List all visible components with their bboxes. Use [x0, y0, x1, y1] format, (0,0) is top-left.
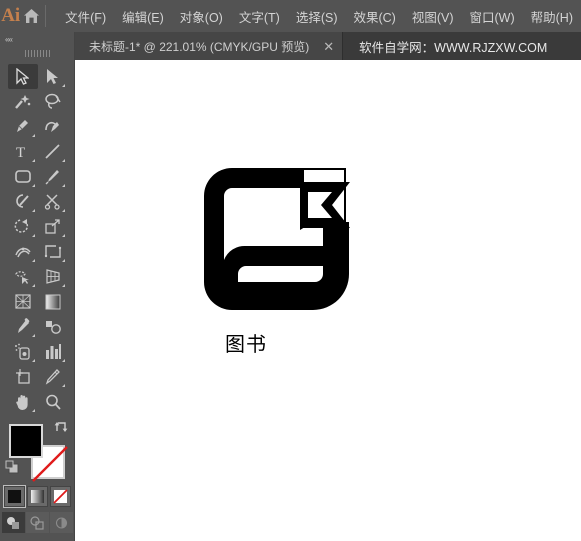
menu-item-object[interactable]: 对象(O) — [172, 3, 231, 30]
shape-builder-tool[interactable] — [8, 264, 38, 289]
perspective-grid-tool[interactable] — [38, 264, 68, 289]
gradient-tool[interactable] — [38, 289, 68, 314]
watermark-text: 软件自学网：WWW.RJZXW.COM — [359, 40, 548, 55]
menu-item-window[interactable]: 窗口(W) — [462, 3, 523, 30]
tool-flyout-indicator — [31, 184, 35, 187]
tool-flyout-indicator — [31, 234, 35, 237]
tool-flyout-indicator — [61, 284, 65, 287]
mesh-tool[interactable] — [8, 289, 38, 314]
book-with-bookmark-icon[interactable] — [190, 160, 355, 310]
draw-normal-mode[interactable] — [2, 512, 25, 533]
menu-item-view[interactable]: 视图(V) — [404, 3, 462, 30]
tool-flyout-indicator — [31, 159, 35, 162]
zoom-tool[interactable] — [38, 389, 68, 414]
color-mode-gradient[interactable] — [27, 486, 48, 507]
menu-item-edit[interactable]: 编辑(E) — [114, 3, 172, 30]
blend-tool[interactable] — [38, 314, 68, 339]
menu-item-file[interactable]: 文件(F) — [57, 3, 114, 30]
tool-flyout-indicator — [31, 284, 35, 287]
svg-text:T: T — [16, 145, 25, 160]
tools-panel-header: «« — [0, 32, 75, 46]
menu-item-effect[interactable]: 效果(C) — [345, 3, 403, 30]
home-icon[interactable] — [21, 0, 40, 32]
free-transform-tool[interactable] — [38, 239, 68, 264]
app-logo: Ai — [1, 5, 21, 26]
curvature-tool[interactable] — [38, 114, 68, 139]
type-tool[interactable]: T — [8, 139, 38, 164]
draw-mode-row — [0, 512, 75, 533]
menu-bar: Ai 文件(F) 编辑(E) 对象(O) 文字(T) 选择(S) 效果(C) 视… — [0, 0, 581, 32]
scale-tool[interactable] — [38, 214, 68, 239]
hand-tool[interactable] — [8, 389, 38, 414]
document-tab-title: 未标题-1* @ 221.01% (CMYK/GPU 预览) — [89, 39, 310, 54]
draw-inside-mode[interactable] — [50, 512, 73, 533]
shaper-tool[interactable] — [8, 189, 38, 214]
scissors-tool[interactable] — [38, 189, 68, 214]
menu-item-help[interactable]: 帮助(H) — [523, 3, 581, 30]
eyedropper-tool[interactable] — [8, 314, 38, 339]
tool-flyout-indicator — [61, 259, 65, 262]
menubar-divider — [44, 5, 46, 27]
tool-flyout-indicator — [61, 84, 65, 87]
color-mode-row — [0, 485, 75, 508]
drag-handle-dots — [24, 49, 51, 57]
document-tab[interactable]: 未标题-1* @ 221.01% (CMYK/GPU 预览) ✕ — [75, 32, 344, 60]
document-tab-bar: 未标题-1* @ 221.01% (CMYK/GPU 预览) ✕ 软件自学网：W… — [75, 32, 581, 60]
default-fill-stroke-icon[interactable] — [5, 460, 20, 480]
column-graph-tool[interactable] — [38, 339, 68, 364]
artboard-tool[interactable] — [8, 364, 38, 389]
swap-fill-stroke-icon[interactable] — [54, 421, 68, 437]
illustrator-window: Ai 文件(F) 编辑(E) 对象(O) 文字(T) 选择(S) 效果(C) 视… — [0, 0, 581, 541]
draw-behind-mode[interactable] — [26, 512, 49, 533]
rotate-tool[interactable] — [8, 214, 38, 239]
symbol-sprayer-tool[interactable] — [8, 339, 38, 364]
selection-tool[interactable] — [7, 64, 38, 89]
tools-panel-drag-handle[interactable] — [0, 46, 75, 60]
fill-color-swatch[interactable] — [9, 424, 43, 458]
tool-flyout-indicator — [31, 334, 35, 337]
color-mode-none[interactable] — [50, 486, 71, 507]
tool-flyout-indicator — [61, 234, 65, 237]
close-icon[interactable]: ✕ — [323, 40, 334, 53]
tool-flyout-indicator — [31, 359, 35, 362]
tool-flyout-indicator — [31, 134, 35, 137]
menu-item-select[interactable]: 选择(S) — [288, 3, 346, 30]
magic-wand-tool[interactable] — [8, 89, 38, 114]
tool-flyout-indicator — [61, 384, 65, 387]
line-segment-tool[interactable] — [38, 139, 68, 164]
artwork-label: 图书 — [225, 332, 267, 356]
tool-flyout-indicator — [61, 184, 65, 187]
tool-flyout-indicator — [31, 209, 35, 212]
color-controls — [0, 418, 75, 484]
tool-grid: T — [0, 64, 75, 414]
tool-flyout-indicator — [61, 159, 65, 162]
lasso-tool[interactable] — [38, 89, 68, 114]
rectangle-tool[interactable] — [8, 164, 38, 189]
direct-selection-tool[interactable] — [38, 64, 68, 89]
tool-flyout-indicator — [61, 209, 65, 212]
color-mode-flat[interactable] — [3, 485, 26, 508]
tools-panel: «« T — [0, 32, 75, 541]
menu-item-list: 文件(F) 编辑(E) 对象(O) 文字(T) 选择(S) 效果(C) 视图(V… — [57, 3, 581, 30]
menu-item-type[interactable]: 文字(T) — [231, 3, 288, 30]
canvas-artboard[interactable]: 图书 — [75, 60, 581, 541]
tool-flyout-indicator — [61, 359, 65, 362]
tool-flyout-indicator — [31, 259, 35, 262]
width-tool[interactable] — [8, 239, 38, 264]
pen-tool[interactable] — [8, 114, 38, 139]
slice-tool[interactable] — [38, 364, 68, 389]
tool-flyout-indicator — [31, 409, 35, 412]
paintbrush-tool[interactable] — [38, 164, 68, 189]
tools-panel-edge — [74, 32, 75, 541]
collapse-panel-icon[interactable]: «« — [5, 35, 13, 44]
